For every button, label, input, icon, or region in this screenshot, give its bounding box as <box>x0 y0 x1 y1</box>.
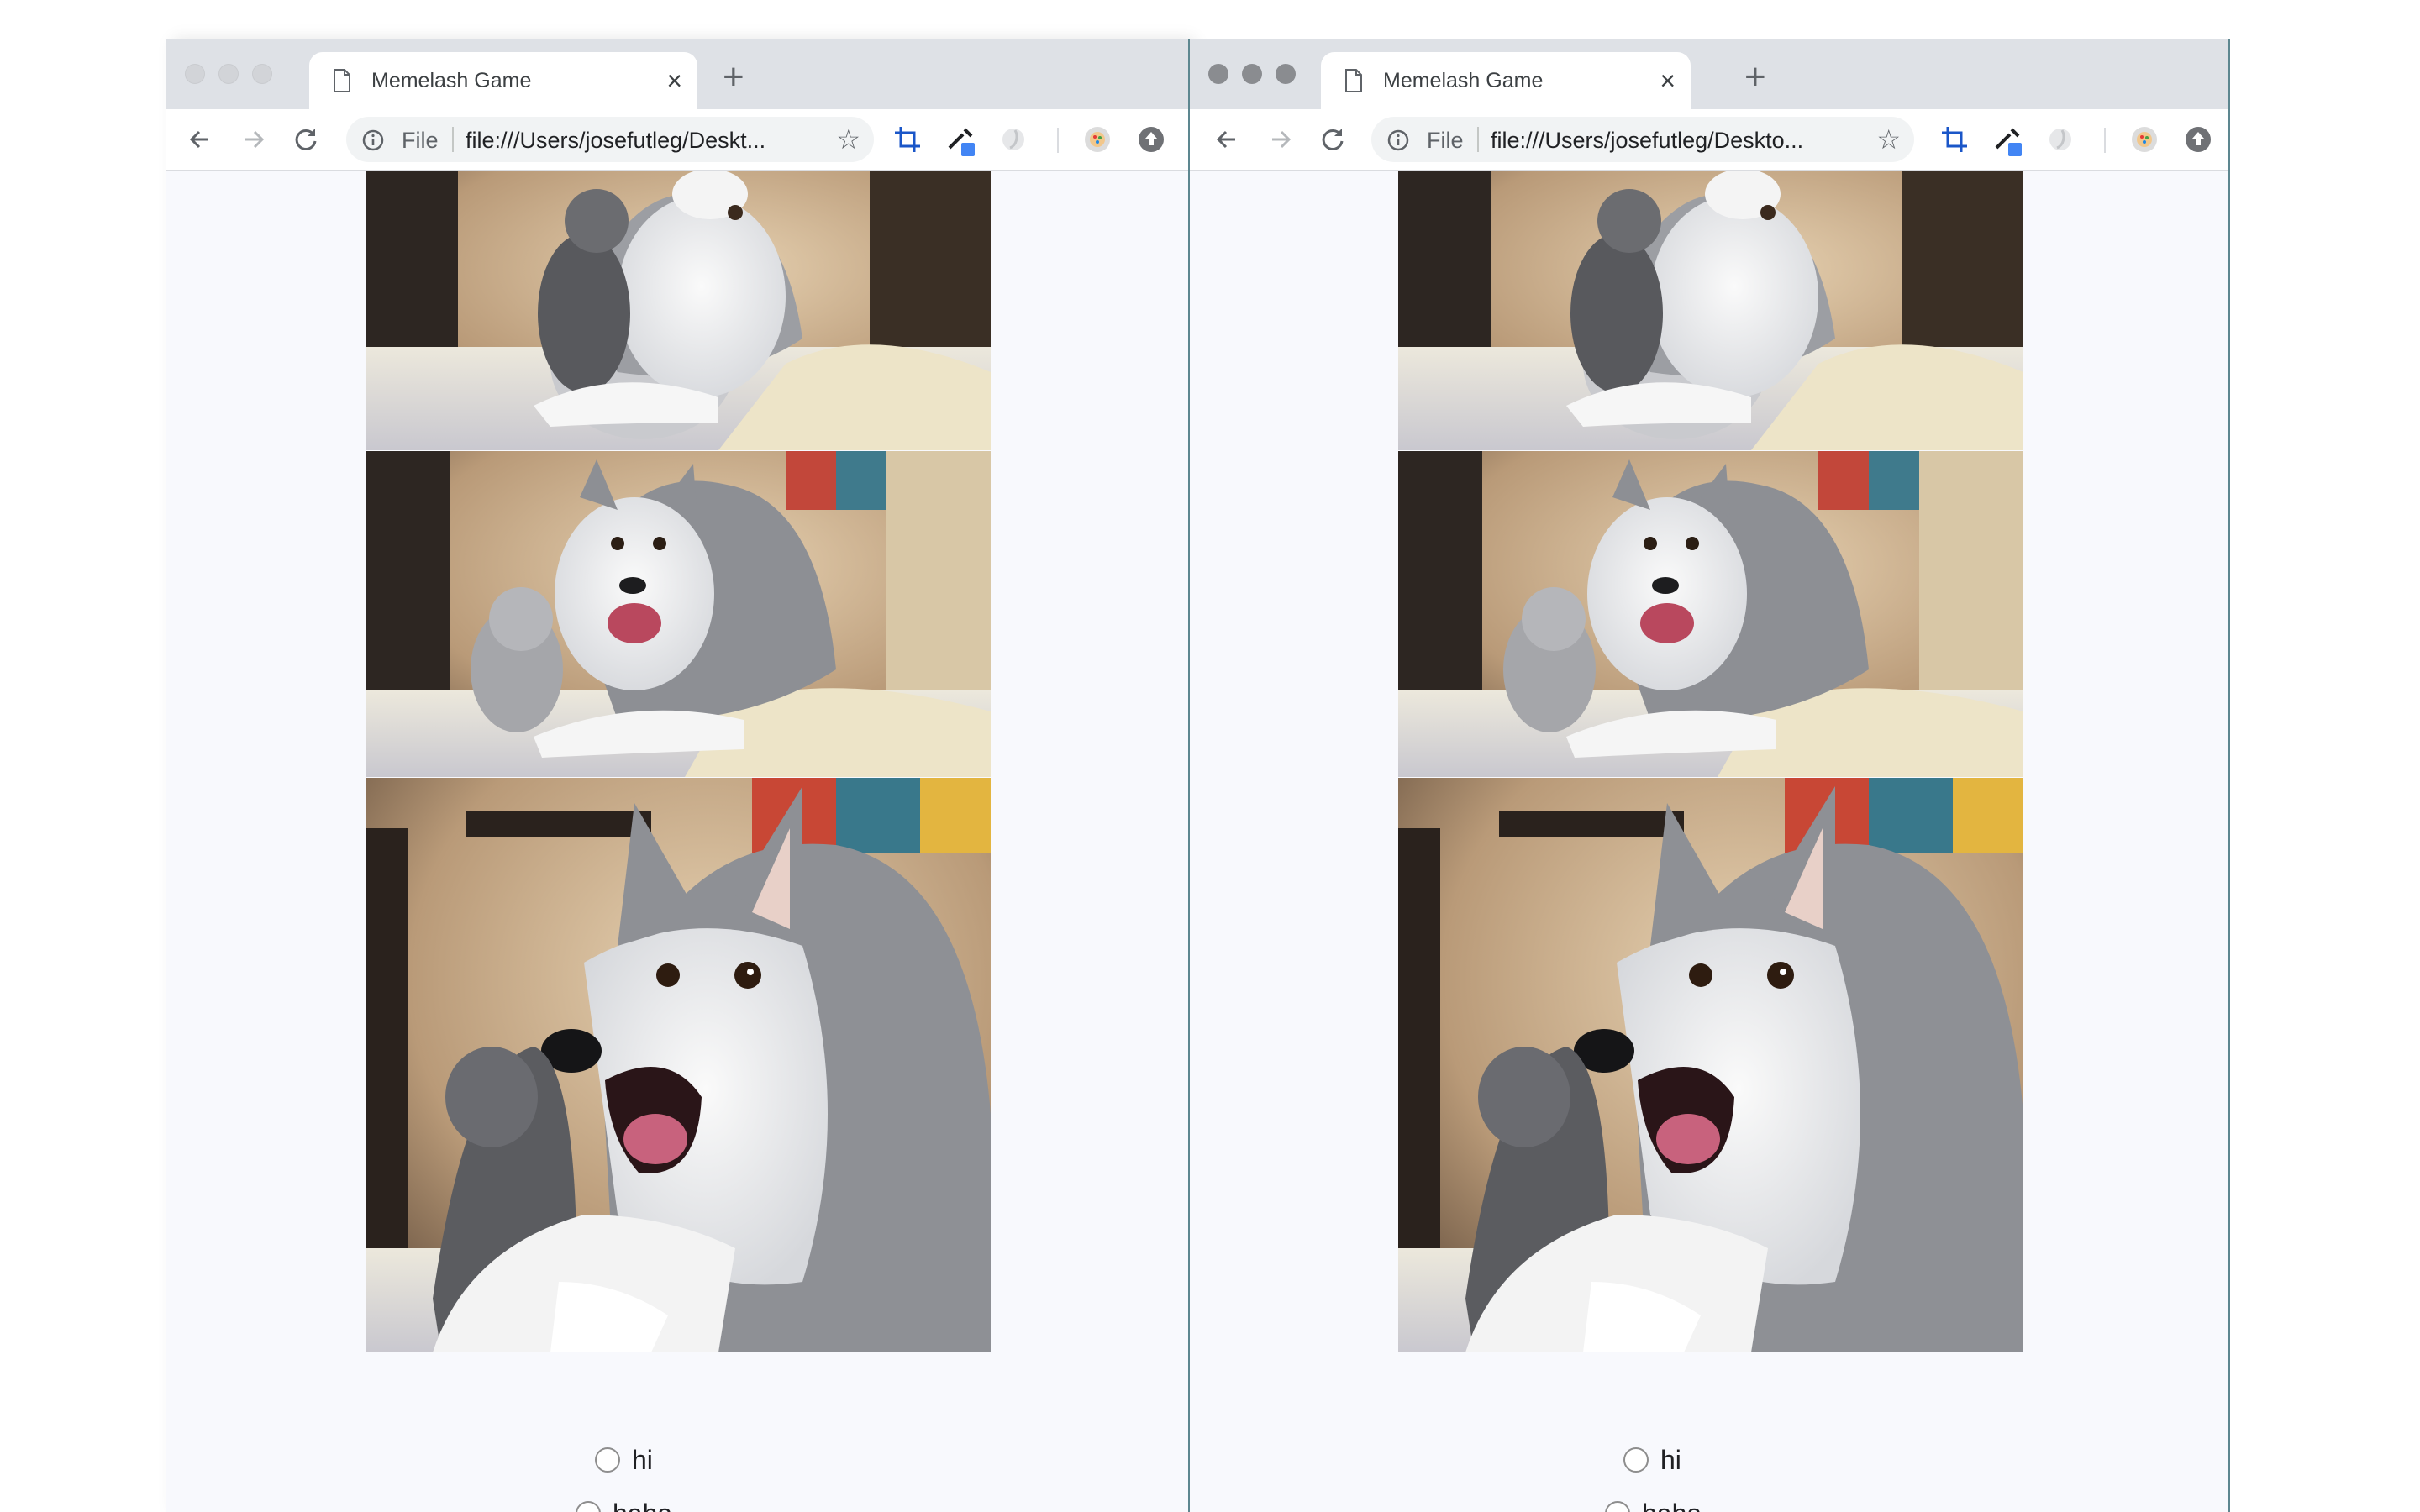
close-window-button[interactable] <box>1208 64 1228 84</box>
toolbar-divider <box>2104 128 2106 153</box>
upload-icon[interactable] <box>1136 124 1166 155</box>
meme-panel-1 <box>1398 171 2023 450</box>
maximize-window-button[interactable] <box>252 64 272 84</box>
eyedropper-icon[interactable] <box>944 124 975 156</box>
browser-tab[interactable]: Memelash Game × <box>309 52 697 109</box>
minimize-window-button[interactable] <box>218 64 239 84</box>
meme-panel-1 <box>366 171 991 450</box>
extension-circle-icon[interactable] <box>2045 124 2075 155</box>
meme-panel-3 <box>1398 778 2023 1352</box>
reload-icon[interactable] <box>291 124 321 155</box>
divider <box>452 127 454 152</box>
choice-option-hi[interactable]: hi <box>595 1443 653 1477</box>
palette-icon[interactable] <box>1082 124 1113 155</box>
minimize-window-button[interactable] <box>1242 64 1262 84</box>
radio-button[interactable] <box>1605 1501 1630 1512</box>
meme-panel-2 <box>1398 451 2023 777</box>
tab-title: Memelash Game <box>1383 69 1544 92</box>
bookmark-star-icon[interactable]: ☆ <box>1876 126 1901 153</box>
toolbar-divider <box>1057 128 1059 153</box>
radio-button[interactable] <box>1623 1447 1649 1473</box>
divider <box>1477 127 1479 152</box>
document-icon <box>1344 69 1363 97</box>
window-controls <box>185 64 286 88</box>
crop-icon[interactable] <box>1939 124 1970 155</box>
address-bar[interactable]: File file:///Users/josefutleg/Deskto... … <box>1371 117 1914 162</box>
new-tab-icon[interactable]: + <box>1744 59 1766 96</box>
info-icon[interactable] <box>1386 129 1410 156</box>
close-tab-icon[interactable]: × <box>666 64 682 97</box>
url-text[interactable]: file:///Users/josefutleg/Deskt... <box>466 128 810 154</box>
back-arrow-icon[interactable] <box>185 124 215 155</box>
tab-title: Memelash Game <box>371 69 532 92</box>
title-bar: Memelash Game × + <box>1190 39 2228 109</box>
title-bar: Memelash Game × + <box>166 39 1188 109</box>
choice-label: haha <box>1642 1499 1702 1512</box>
file-scheme-label: File <box>1427 128 1464 153</box>
close-window-button[interactable] <box>185 64 205 84</box>
browser-window-right: Memelash Game × + File file:///Users/jos… <box>1188 39 2230 1512</box>
new-tab-icon[interactable]: + <box>723 59 744 96</box>
choice-option-haha[interactable]: haha <box>1605 1497 1702 1512</box>
forward-arrow-icon[interactable] <box>239 124 269 155</box>
forward-arrow-icon[interactable] <box>1265 124 1296 155</box>
radio-button[interactable] <box>595 1447 620 1473</box>
reload-icon[interactable] <box>1318 124 1348 155</box>
url-text[interactable]: file:///Users/josefutleg/Deskto... <box>1491 128 1852 154</box>
palette-icon[interactable] <box>2129 124 2160 155</box>
crop-icon[interactable] <box>892 124 923 155</box>
radio-button[interactable] <box>576 1501 601 1512</box>
bookmark-star-icon[interactable]: ☆ <box>836 126 860 153</box>
address-bar[interactable]: File file:///Users/josefutleg/Deskt... ☆ <box>346 117 874 162</box>
page-content: hi haha <box>1190 171 2228 1512</box>
browser-window-left: Memelash Game × + File file:///Users/jos… <box>166 39 1188 1512</box>
extension-circle-icon[interactable] <box>998 124 1028 155</box>
page-content: hi haha <box>166 171 1188 1512</box>
info-icon[interactable] <box>361 129 385 156</box>
choice-label: hi <box>1660 1444 1681 1475</box>
browser-tab[interactable]: Memelash Game × <box>1321 52 1691 109</box>
browser-toolbar: File file:///Users/josefutleg/Deskt... ☆ <box>166 109 1188 171</box>
file-scheme-label: File <box>402 128 439 153</box>
meme-panel-2 <box>366 451 991 777</box>
choice-option-hi[interactable]: hi <box>1623 1443 1681 1477</box>
choice-label: hi <box>632 1444 653 1475</box>
maximize-window-button[interactable] <box>1276 64 1296 84</box>
upload-icon[interactable] <box>2183 124 2213 155</box>
choice-label: haha <box>613 1499 672 1512</box>
close-tab-icon[interactable]: × <box>1660 64 1676 97</box>
choice-option-haha[interactable]: haha <box>576 1497 672 1512</box>
document-icon <box>333 69 351 97</box>
eyedropper-icon[interactable] <box>1991 124 2022 156</box>
back-arrow-icon[interactable] <box>1212 124 1242 155</box>
meme-panel-3 <box>366 778 991 1352</box>
window-controls <box>1208 64 1309 88</box>
browser-toolbar: File file:///Users/josefutleg/Deskto... … <box>1190 109 2228 171</box>
